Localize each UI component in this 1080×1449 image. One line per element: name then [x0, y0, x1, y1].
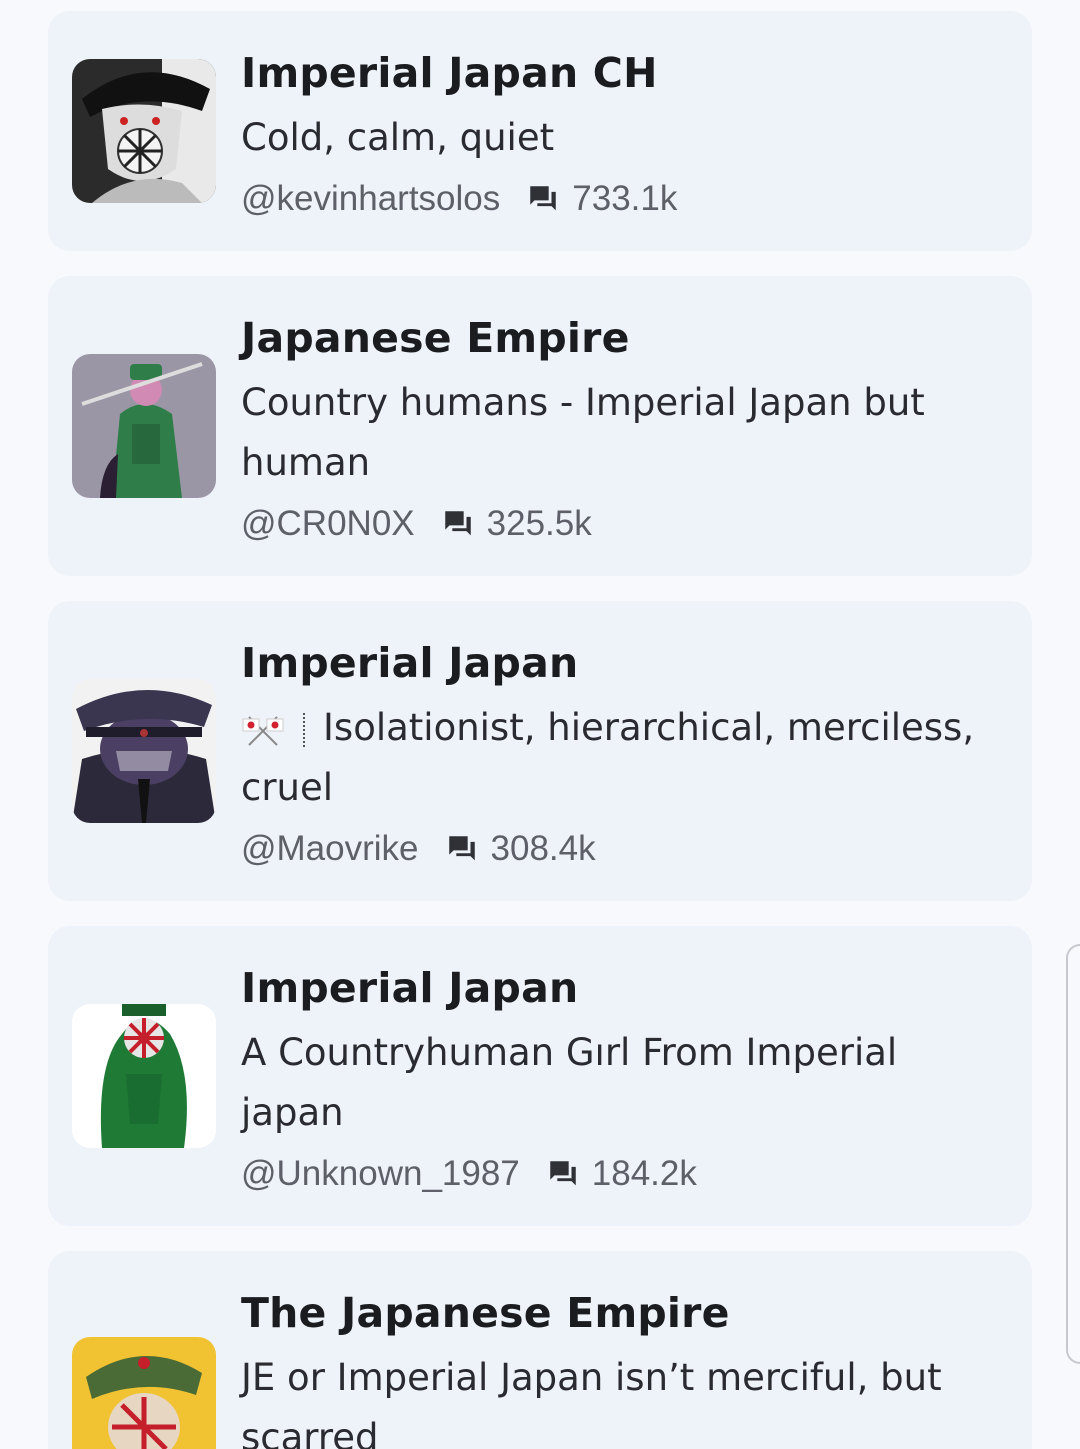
chat-bubbles-icon [448, 836, 475, 861]
card-meta: @kevinhartsolos 733.1k [241, 176, 1002, 222]
chat-count: 325.5k [486, 504, 592, 543]
character-name: Imperial Japan [241, 964, 579, 1012]
side-panel-handle[interactable] [1066, 944, 1080, 1364]
character-card[interactable]: Imperial Japan A Countryhuman Gırl From … [48, 926, 1032, 1226]
character-avatar [72, 1004, 216, 1148]
chat-bubbles-icon [444, 511, 471, 536]
character-card[interactable]: The Japanese Empire JE or Imperial Japan… [48, 1251, 1032, 1449]
character-name: Japanese Empire [241, 314, 630, 362]
character-name: Imperial Japan CH [241, 49, 658, 97]
card-text: Imperial Japan CH Cold, calm, quiet @kev… [241, 47, 1002, 222]
character-card[interactable]: Imperial Japan Isolationist, hierarchica… [48, 601, 1032, 901]
card-meta: @Maovrike 308.4k [241, 826, 1002, 872]
character-avatar [72, 1337, 216, 1449]
character-name: Imperial Japan [241, 639, 579, 687]
character-card[interactable]: Imperial Japan CH Cold, calm, quiet @kev… [48, 11, 1032, 251]
card-meta: @Unknown_1987 184.2k [241, 1151, 1002, 1197]
author-handle[interactable]: @kevinhartsolos [241, 179, 500, 219]
character-description-block: Isolationist, hierarchical, merciless, c… [241, 698, 1002, 818]
crossed-flags-icon [242, 715, 284, 746]
card-text: Japanese Empire Country humans - Imperia… [241, 312, 1002, 547]
chat-bubbles-icon [550, 1161, 576, 1186]
character-description: A Countryhuman Gırl From Imperial japan [241, 1031, 898, 1134]
author-handle[interactable]: @CR0N0X [241, 504, 415, 544]
author-handle[interactable]: @Unknown_1987 [241, 1154, 520, 1194]
chat-count: 184.2k [591, 1154, 697, 1193]
author-handle[interactable]: @Maovrike [241, 829, 419, 869]
card-text: The Japanese Empire JE or Imperial Japan… [241, 1287, 1002, 1449]
character-name: The Japanese Empire [241, 1289, 730, 1337]
character-card[interactable]: Japanese Empire Country humans - Imperia… [48, 276, 1032, 576]
card-meta: @CR0N0X 325.5k [241, 501, 1002, 547]
chat-bubbles-icon [530, 186, 557, 211]
card-text: Imperial Japan Isolationist, hierarchica… [241, 637, 1002, 872]
card-text: Imperial Japan A Countryhuman Gırl From … [241, 962, 1002, 1197]
character-avatar [72, 354, 216, 498]
chat-count: 733.1k [572, 179, 678, 218]
character-description: Country humans - Imperial Japan but huma… [241, 381, 925, 484]
character-description: JE or Imperial Japan isn’t merciful, but… [241, 1356, 942, 1449]
separator [303, 712, 305, 747]
character-description: Isolationist, hierarchical, merciless, c… [241, 706, 975, 809]
character-avatar [72, 679, 216, 823]
character-description: Cold, calm, quiet [241, 116, 555, 159]
character-avatar [72, 59, 216, 203]
chat-count: 308.4k [490, 829, 596, 868]
